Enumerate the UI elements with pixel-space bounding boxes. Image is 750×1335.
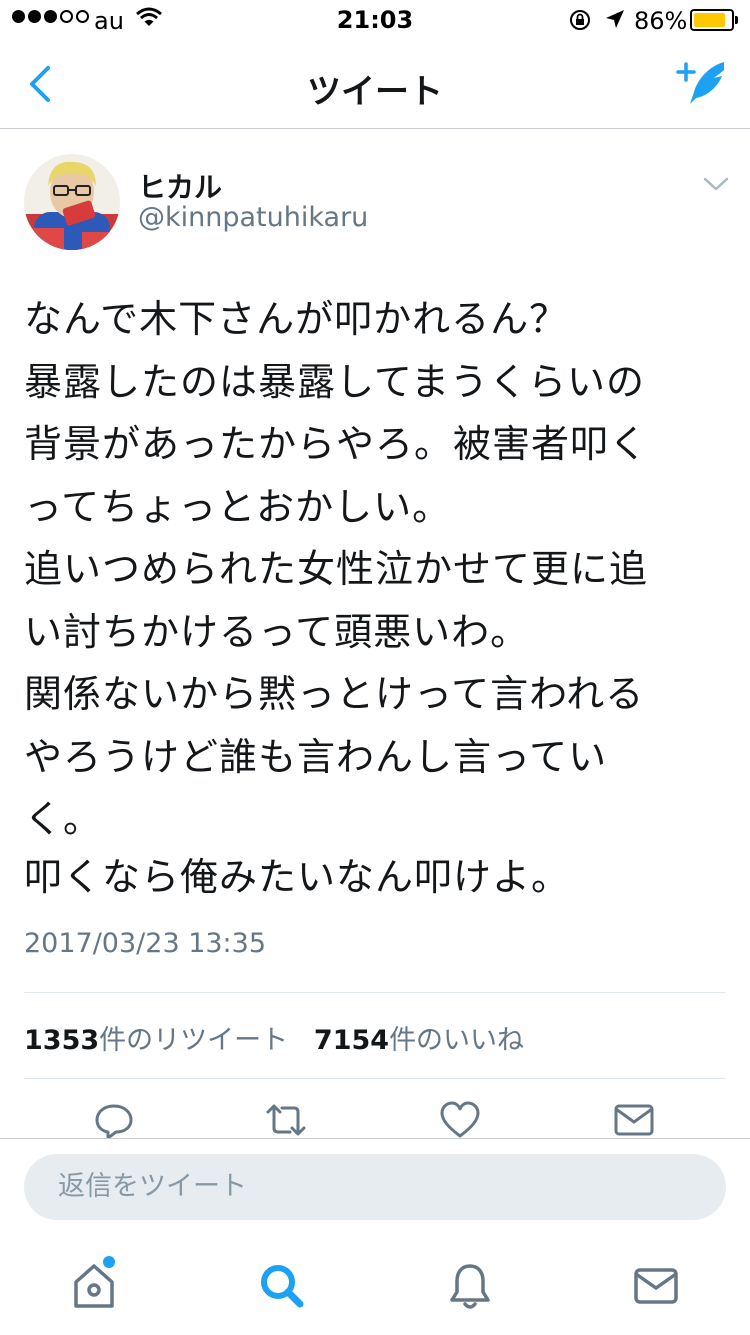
divider [24, 1078, 726, 1079]
retweet-icon[interactable] [264, 1100, 308, 1140]
tweet-text-closing-line: 叩くなら俺みたいなん叩けよ。 [24, 855, 571, 899]
author-name[interactable]: ヒカル [138, 166, 222, 206]
reply-icon[interactable] [92, 1100, 136, 1140]
like-stat[interactable]: 7154件のいいね [314, 1025, 524, 1056]
compose-tweet-icon[interactable] [674, 58, 730, 110]
chevron-down-icon[interactable] [702, 174, 730, 194]
tweet-timestamp: 2017/03/23 13:35 [24, 928, 267, 959]
like-heart-icon[interactable] [438, 1100, 482, 1140]
tweet-text-line: 追いつめられた女性泣かせて更に追 [24, 547, 649, 591]
battery-percent: 86% [634, 7, 688, 35]
notifications-bell-icon[interactable] [440, 1256, 500, 1316]
location-arrow-icon [606, 10, 624, 28]
battery-icon [690, 9, 738, 31]
new-content-badge [103, 1256, 115, 1268]
direct-message-icon[interactable] [612, 1100, 656, 1140]
page-title: ツイート [307, 72, 443, 112]
like-label: 件のいいね [389, 1025, 525, 1056]
navigation-bar: ツイート [0, 40, 750, 129]
tweet-text-line: やろうけど誰も言わんし言ってい [24, 734, 608, 779]
tweet-text-line: ってちょっとおかしい。 [24, 484, 452, 529]
divider [24, 992, 726, 993]
tweet-text: なんで木下さんが叩かれるん？ 暴露したのは暴露してまうくらいの 背景があったから… [24, 288, 724, 851]
search-icon[interactable] [252, 1256, 312, 1316]
like-count: 7154 [313, 1025, 390, 1056]
retweet-label: 件のリツイート [99, 1025, 289, 1056]
tweet-text-line: 背景があったからやろ。被害者叩く [24, 422, 649, 466]
reply-input[interactable]: 返信をツイート [24, 1154, 726, 1220]
tweet-stats: 1353件のリツイート 7154件のいいね [24, 1018, 524, 1057]
status-bar: au 21:03 86% [0, 0, 750, 40]
tweet-text-line: い討ちかけるって頭悪いわ。 [24, 609, 530, 654]
avatar[interactable] [24, 154, 120, 250]
home-icon[interactable] [64, 1256, 124, 1316]
tweet-text-line: 関係ないから黙っとけって言われる [24, 672, 645, 716]
tweet-text-line: なんで木下さんが叩かれるん？ [24, 297, 569, 341]
rotation-lock-icon [570, 10, 590, 30]
tweet-text-line: く。 [24, 797, 103, 841]
retweet-count: 1353 [24, 1025, 100, 1056]
author-handle[interactable]: @kinnpatuhikaru [138, 202, 368, 233]
tweet-text-line: 暴露したのは暴露してまうくらいの [24, 359, 645, 404]
retweet-stat[interactable]: 1353件のリツイート [24, 1025, 288, 1056]
messages-icon[interactable] [626, 1256, 686, 1316]
